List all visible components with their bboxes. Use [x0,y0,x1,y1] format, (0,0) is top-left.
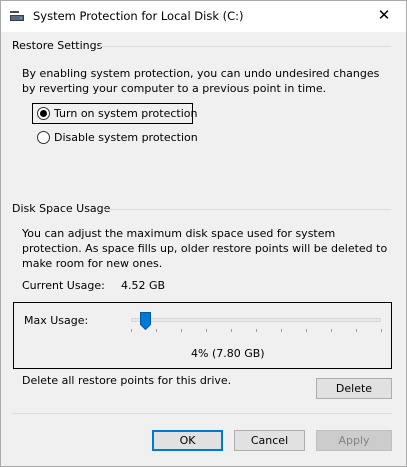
radio-disable[interactable]: Disable system protection [37,128,198,146]
dialog-body: Restore Settings By enabling system prot… [1,32,406,466]
max-usage-value: 4% (7.80 GB) [191,347,265,360]
delete-button[interactable]: Delete [316,378,392,399]
slider-tick [181,329,182,332]
slider-tick [231,329,232,332]
system-protection-dialog: System Protection for Local Disk (C:) ✕ … [0,0,407,467]
slider-tick [256,329,257,332]
slider-tick [331,329,332,332]
footer-divider [12,413,392,414]
current-usage-value: 4.52 GB [121,279,166,292]
apply-button[interactable]: Apply [316,430,392,451]
disk-space-divider [104,209,391,210]
max-usage-slider-track[interactable] [131,318,381,322]
slider-tick [356,329,357,332]
slider-tick [131,329,132,332]
radio-turn-on-label: Turn on system protection [54,106,198,120]
cancel-button[interactable]: Cancel [234,430,305,451]
slider-tick [156,329,157,332]
max-usage-slider-thumb[interactable] [140,312,151,330]
slider-tick [206,329,207,332]
close-icon: ✕ [377,6,391,24]
radio-disable-label: Disable system protection [54,130,198,144]
restore-settings-description: By enabling system protection, you can u… [22,67,380,95]
close-button[interactable]: ✕ [362,1,406,31]
slider-tick [381,329,382,332]
max-usage-label: Max Usage: [24,314,89,327]
radio-button-checked[interactable] [37,106,50,120]
slider-tick [306,329,307,332]
current-usage-label: Current Usage: [22,279,105,292]
ok-button[interactable]: OK [152,430,223,451]
delete-description: Delete all restore points for this drive… [22,374,232,387]
restore-settings-divider [99,46,391,47]
title-bar[interactable]: System Protection for Local Disk (C:) ✕ [1,1,406,32]
disk-space-description: You can adjust the maximum disk space us… [22,227,388,270]
drive-icon [10,11,24,21]
radio-button-unchecked[interactable] [37,130,50,144]
disk-space-heading: Disk Space Usage [12,202,111,215]
restore-settings-heading: Restore Settings [12,39,103,52]
max-usage-panel: Max Usage: 4% (7.80 GB) [13,302,392,369]
slider-tick [281,329,282,332]
window-title: System Protection for Local Disk (C:) [33,9,244,23]
radio-turn-on[interactable]: Turn on system protection [37,104,197,122]
